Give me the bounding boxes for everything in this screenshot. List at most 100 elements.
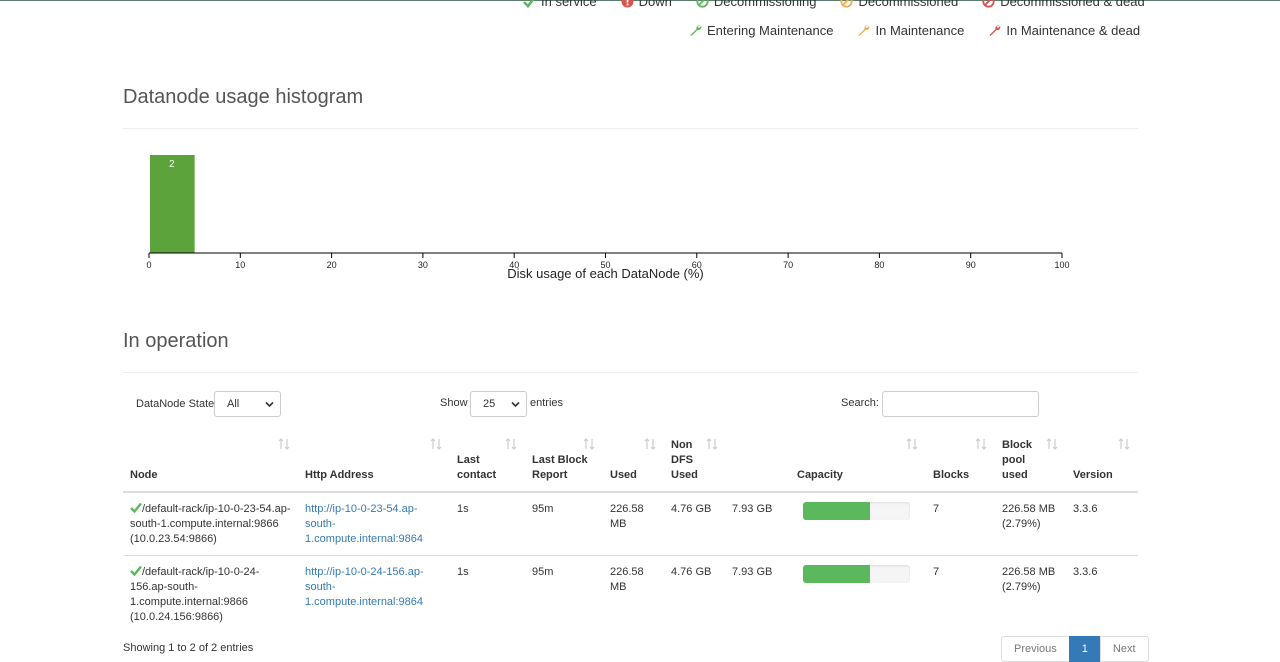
col-header-node[interactable]: Node — [123, 432, 298, 493]
block-pool-used-cell: 226.58 MB (2.79%) — [995, 555, 1066, 633]
http-address-cell: http://ip-10-0-24-156.ap-south-1.compute… — [298, 555, 450, 633]
sort-icon — [975, 438, 987, 450]
check-icon — [523, 0, 535, 8]
operation-title: In operation — [123, 330, 229, 352]
non-dfs-used-cell: 4.76 GB 7.93 GB — [664, 492, 790, 556]
next-page-button[interactable]: Next — [1099, 636, 1149, 662]
node-cell: /default-rack/ip-10-0-24-156.ap-south-1.… — [123, 555, 298, 633]
last-block-report-cell: 95m — [525, 555, 603, 633]
version-cell: 3.3.6 — [1073, 503, 1098, 515]
col-header-capacity[interactable]: Capacity — [790, 432, 926, 493]
sort-icon — [430, 438, 442, 450]
table-info: Showing 1 to 2 of 2 entries — [123, 642, 254, 654]
col-header-block-pool-used[interactable]: Block pool used — [995, 432, 1066, 493]
wrench-icon — [989, 25, 1001, 36]
col-header-http-address[interactable]: Http Address — [298, 432, 450, 493]
legend-decommissioned: Decommissioned — [840, 0, 958, 9]
histogram-title: Datanode usage histogram — [123, 86, 364, 108]
x-tick-label: 100 — [1054, 260, 1069, 270]
x-tick-label: 70 — [783, 260, 793, 270]
col-label: Block pool used — [1002, 439, 1032, 481]
wrench-icon — [858, 25, 870, 36]
http-address-link[interactable]: http://ip-10-0-24-156.ap-south-1.compute… — [305, 566, 424, 608]
col-label: Http Address — [305, 469, 374, 481]
capacity-bar-fill — [803, 565, 871, 583]
legend-label: Down — [638, 0, 672, 9]
col-header-used[interactable]: Used — [603, 432, 664, 493]
col-label: Node — [130, 469, 158, 481]
divider — [123, 128, 1138, 129]
capacity-bar — [803, 502, 910, 520]
legend-entering-maintenance: Entering Maintenance — [689, 23, 833, 38]
chevron-down-icon — [511, 401, 520, 408]
previous-page-button[interactable]: Previous — [1001, 636, 1070, 662]
col-header-version[interactable]: Version — [1066, 432, 1138, 493]
sort-icon — [1046, 438, 1058, 450]
table-row: /default-rack/ip-10-0-24-156.ap-south-1.… — [123, 555, 1138, 633]
capacity-bar — [803, 565, 910, 583]
datanode-table: Node Http Address Last contact Last Bloc… — [123, 432, 1138, 633]
table-row: /default-rack/ip-10-0-23-54.ap-south-1.c… — [123, 492, 1138, 556]
legend-row-1: In service Down Decommissioning Decommis… — [523, 0, 1145, 9]
capacity-value: 7.93 GB — [732, 503, 773, 515]
col-header-non-dfs-used[interactable]: Non DFS Used — [664, 432, 790, 493]
ban-icon — [696, 0, 709, 8]
col-label: Capacity — [797, 469, 843, 481]
col-header-last-contact[interactable]: Last contact — [450, 432, 525, 493]
show-label: Show — [440, 397, 468, 409]
node-name: /default-rack/ip-10-0-24-156.ap-south-1.… — [130, 566, 260, 623]
datanode-state-select[interactable]: All — [214, 391, 281, 417]
usage-histogram-chart: 2 0 10 20 30 40 50 60 70 80 90 100 Disk usage of e… — [146, 155, 1070, 281]
last-contact-cell: 1s — [457, 503, 469, 515]
legend-label: Entering Maintenance — [707, 23, 834, 38]
x-tick-label: 30 — [418, 260, 428, 270]
capacity-value: 7.93 GB — [732, 566, 773, 578]
pagination: Previous 1 Next — [1001, 636, 1149, 662]
last-contact-cell: 1s — [450, 555, 525, 633]
search-input[interactable] — [882, 391, 1039, 417]
check-icon — [130, 502, 142, 513]
legend-label: Decommissioned — [858, 0, 959, 9]
x-tick-label: 80 — [874, 260, 884, 270]
used-cell: 226.58 MB — [603, 555, 664, 633]
http-address-link[interactable]: http://ip-10-0-23-54.ap-south-1.compute.… — [305, 503, 423, 545]
col-label: Version — [1073, 469, 1113, 481]
col-label: Last contact — [457, 454, 497, 481]
alert-circle-icon — [621, 0, 634, 8]
page-length-select[interactable]: 25 — [470, 391, 527, 417]
legend-row-2: Entering Maintenance In Maintenance In M… — [689, 23, 1140, 38]
capacity-bar-fill — [803, 502, 871, 520]
legend-in-maintenance: In Maintenance — [857, 23, 964, 38]
check-icon — [130, 565, 142, 576]
sort-icon — [278, 438, 290, 450]
legend-in-maintenance-dead: In Maintenance & dead — [988, 23, 1140, 38]
sort-icon — [1118, 438, 1130, 450]
datanode-state-label: DataNode State — [136, 398, 215, 410]
legend-label: In service — [541, 0, 597, 9]
search-label: Search: — [841, 397, 879, 409]
table-header-row: Node Http Address Last contact Last Bloc… — [123, 432, 1138, 493]
col-header-last-block-report[interactable]: Last Block Report — [525, 432, 603, 493]
legend-label: In Maintenance — [875, 23, 965, 38]
capacity-cell — [790, 555, 926, 633]
non-dfs-value: 4.76 GB — [671, 566, 712, 578]
version-cell: 3.3.6 — [1066, 555, 1138, 633]
http-address-cell: http://ip-10-0-23-54.ap-south-1.compute.… — [298, 492, 450, 556]
page-1-button[interactable]: 1 — [1068, 636, 1101, 662]
x-tick-label: 0 — [146, 260, 151, 270]
col-header-blocks[interactable]: Blocks — [926, 432, 995, 493]
x-tick-label: 20 — [327, 260, 337, 270]
col-label: Blocks — [933, 469, 970, 481]
non-dfs-used-cell: 4.76 GB 7.93 GB — [664, 555, 790, 633]
wrench-icon — [690, 25, 702, 36]
x-tick-label: 10 — [235, 260, 245, 270]
divider — [123, 372, 1138, 373]
legend-label: Decommissioned & dead — [1000, 0, 1145, 9]
last-block-report-cell: 95m — [532, 503, 554, 515]
node-name: /default-rack/ip-10-0-23-54.ap-south-1.c… — [130, 503, 291, 545]
sort-icon — [505, 438, 517, 450]
histogram-bar-label: 2 — [169, 159, 175, 170]
block-pool-used-cell: 226.58 MB (2.79%) — [1002, 503, 1056, 530]
entries-label: entries — [530, 397, 564, 409]
page-length-value: 25 — [483, 398, 496, 410]
